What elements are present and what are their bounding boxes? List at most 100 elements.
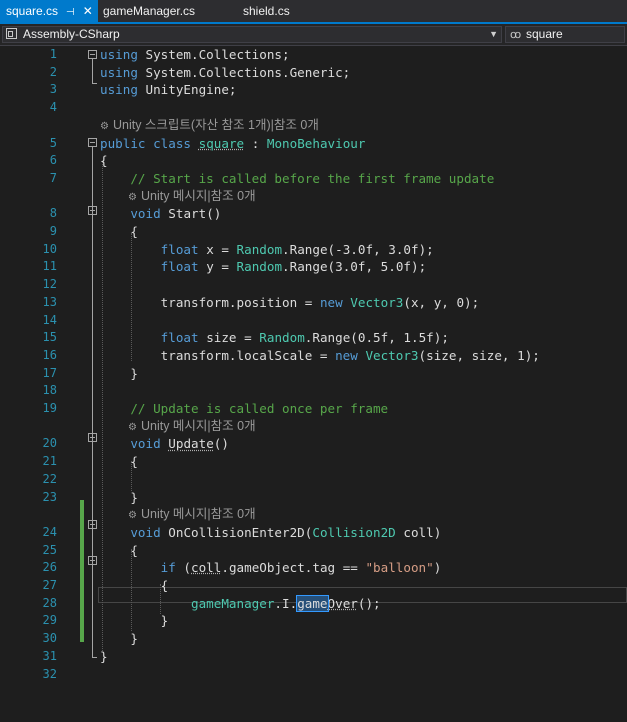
line-number: 1	[49, 47, 57, 61]
code-line: 4	[0, 99, 627, 117]
unity-gear-icon: ⚙	[128, 510, 137, 522]
code-line-current: 28 gameManager.I.gameOver();	[0, 594, 627, 613]
line-number: 17	[42, 365, 57, 380]
code-text: float x = Random.Range(-3.0f, 3.0f);	[160, 241, 434, 257]
code-line: 1 using System.Collections;	[0, 46, 627, 64]
pin-icon[interactable]: ⊣	[66, 2, 75, 24]
navigation-bar: Assembly-CSharp ▼ ꚙ square	[0, 24, 627, 46]
tab-square-cs[interactable]: square.cs ⊣ ✕	[0, 0, 98, 22]
codelens-row: ⚙ Unity 메시지|참조 0개	[0, 188, 627, 206]
code-line: 3 using UnityEngine;	[0, 81, 627, 99]
code-line: 6 {	[0, 152, 627, 170]
tab-label: square.cs	[6, 4, 59, 18]
line-number: 22	[42, 471, 57, 486]
project-dropdown[interactable]: Assembly-CSharp ▼	[2, 26, 502, 43]
code-text: }	[100, 365, 138, 381]
code-text: float y = Random.Range(3.0f, 5.0f);	[160, 259, 427, 275]
codelens-row: ⚙ Unity 메시지|참조 0개	[0, 418, 627, 436]
line-number: 29	[42, 613, 57, 628]
code-line: 8 void Start()	[0, 205, 627, 223]
line-number: 26	[42, 560, 57, 575]
line-number: 11	[42, 259, 57, 274]
unity-gear-icon: ⚙	[128, 191, 137, 203]
line-number: 24	[42, 524, 57, 539]
member-dropdown[interactable]: ꚙ square	[505, 26, 625, 43]
line-number: 31	[42, 648, 57, 663]
line-number: 10	[42, 241, 57, 256]
code-text: transform.position = new Vector3(x, y, 0…	[160, 294, 480, 310]
code-line: 10 float x = Random.Range(-3.0f, 3.0f);	[0, 241, 627, 259]
codelens-message-references[interactable]: ⚙ Unity 메시지|참조 0개	[128, 418, 256, 437]
code-line: 20 void Update()	[0, 435, 627, 453]
code-text: }	[100, 613, 169, 629]
line-number: 13	[42, 294, 57, 309]
code-line: 31 }	[0, 648, 627, 666]
line-number: 23	[42, 489, 57, 504]
line-number: 9	[49, 224, 57, 238]
line-number: 3	[49, 82, 57, 97]
chevron-down-icon[interactable]: ▼	[489, 27, 498, 42]
document-tab-bar: square.cs ⊣ ✕ gameManager.cs shield.cs	[0, 0, 627, 24]
codelens-class-references[interactable]: ⚙ Unity 스크립트(자산 참조 1개)|참조 0개	[100, 117, 319, 136]
code-text: }	[100, 489, 138, 505]
code-line: 21 {	[0, 453, 627, 471]
code-text: {	[100, 153, 108, 169]
code-line: 29 }	[0, 612, 627, 630]
code-text: using UnityEngine;	[100, 82, 237, 98]
line-number: 27	[42, 578, 57, 592]
line-number: 32	[42, 666, 57, 681]
member-name: square	[526, 27, 563, 41]
line-number: 14	[42, 312, 57, 327]
selected-text: game	[296, 594, 329, 612]
code-text: transform.localScale = new Vector3(size,…	[160, 347, 540, 363]
code-text: }	[100, 631, 138, 647]
line-number: 18	[42, 383, 57, 398]
code-text: {	[100, 454, 138, 470]
line-number: 25	[42, 542, 57, 557]
code-line: 17 }	[0, 365, 627, 383]
code-line: 23 }	[0, 489, 627, 507]
line-number: 19	[42, 401, 57, 415]
line-number: 7	[49, 170, 57, 185]
code-line: 19 // Update is called once per frame	[0, 400, 627, 418]
code-line: 22	[0, 471, 627, 489]
close-icon[interactable]: ✕	[83, 0, 93, 22]
codelens-message-references[interactable]: ⚙ Unity 메시지|참조 0개	[128, 188, 256, 207]
codelens-message-references[interactable]: ⚙ Unity 메시지|참조 0개	[128, 506, 256, 525]
code-line: 30 }	[0, 630, 627, 648]
line-number: 20	[42, 436, 57, 451]
code-text: void OnCollisionEnter2D(Collision2D coll…	[130, 524, 442, 540]
line-number: 6	[49, 153, 57, 168]
code-line: 14	[0, 312, 627, 330]
tab-shield-cs[interactable]: shield.cs	[243, 0, 290, 22]
code-line: 7 // Start is called before the first fr…	[0, 170, 627, 188]
code-text: using System.Collections.Generic;	[100, 64, 351, 80]
code-line: 15 float size = Random.Range(0.5f, 1.5f)…	[0, 329, 627, 347]
tab-label: gameManager.cs	[103, 4, 196, 18]
code-text: }	[100, 648, 108, 664]
class-icon: ꚙ	[510, 29, 522, 41]
line-number: 8	[49, 206, 57, 221]
code-line: 26 if (coll.gameObject.tag == "balloon")	[0, 559, 627, 577]
line-number: 15	[42, 330, 57, 345]
code-text: {	[100, 578, 169, 593]
line-number: 5	[49, 135, 57, 150]
line-number: 16	[42, 347, 57, 362]
code-text: {	[100, 224, 138, 239]
code-text: gameManager.I.gameOver();	[191, 594, 381, 612]
line-number: 30	[42, 631, 57, 646]
code-line: 27 {	[0, 577, 627, 595]
line-number: 12	[42, 277, 57, 292]
code-text: if (coll.gameObject.tag == "balloon")	[160, 560, 442, 576]
tab-gamemanager-cs[interactable]: gameManager.cs	[103, 0, 195, 22]
code-text: void Start()	[130, 206, 222, 222]
line-number: 2	[49, 64, 57, 79]
code-text: public class square : MonoBehaviour	[100, 135, 366, 151]
codelens-row: ⚙ Unity 메시지|참조 0개	[0, 506, 627, 524]
code-text: // Update is called once per frame	[130, 401, 389, 416]
code-line: 12	[0, 276, 627, 294]
code-editor[interactable]: 1 using System.Collections; 2 using Syst…	[0, 46, 627, 722]
code-line: 25 {	[0, 542, 627, 560]
unity-gear-icon: ⚙	[128, 421, 137, 433]
line-number: 21	[42, 454, 57, 469]
